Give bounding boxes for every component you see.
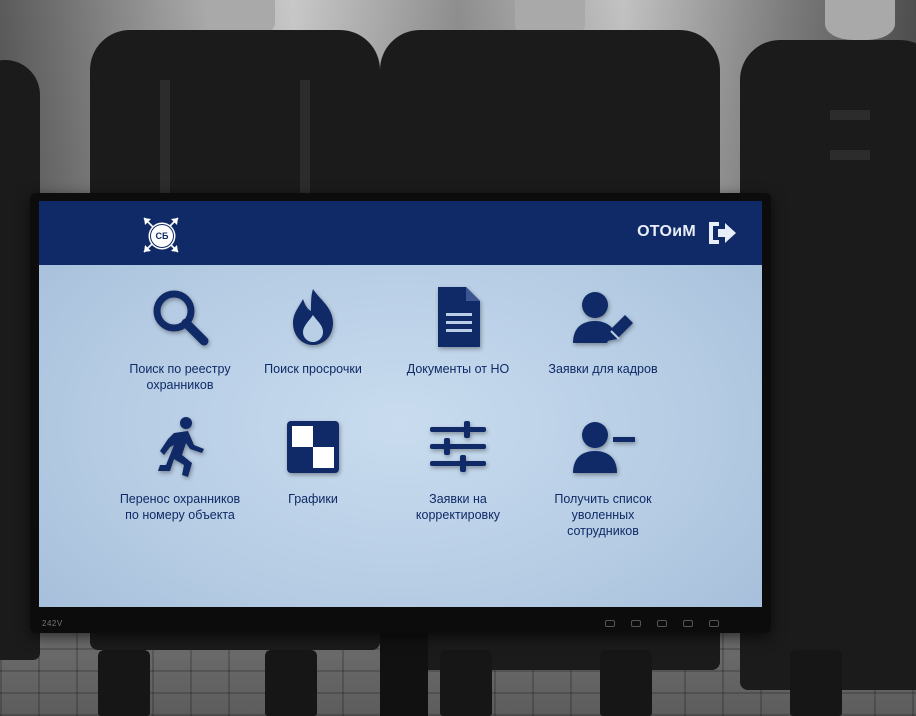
user-edit-icon bbox=[571, 285, 635, 349]
fire-icon bbox=[281, 285, 345, 349]
logout-button[interactable] bbox=[706, 219, 738, 247]
menu-item-schedules[interactable]: Графики bbox=[238, 415, 388, 507]
monitor-stand bbox=[380, 633, 428, 716]
user-minus-icon bbox=[571, 415, 635, 479]
vest-strap bbox=[830, 110, 870, 120]
boot bbox=[600, 650, 652, 716]
boot bbox=[265, 650, 317, 716]
menu-item-overdue-search[interactable]: Поиск просрочки bbox=[238, 285, 388, 377]
boot bbox=[790, 650, 842, 716]
sliders-icon bbox=[426, 415, 490, 479]
menu-item-dismissed-list[interactable]: Получить список уволенных сотрудников bbox=[528, 415, 678, 539]
monitor: СБ ОТОиМ Поиск по реестру охранников Пои… bbox=[30, 193, 771, 633]
logo: СБ bbox=[141, 215, 181, 255]
guard-head bbox=[825, 0, 895, 40]
menu-item-transfer-guards[interactable]: Перенос охранников по номеру объекта bbox=[105, 415, 255, 523]
boot bbox=[98, 650, 150, 716]
user-name: ОТОиМ bbox=[637, 223, 696, 240]
menu-item-documents[interactable]: Документы от НО bbox=[383, 285, 533, 377]
menu-item-label: Заявки на корректировку bbox=[415, 492, 501, 522]
logo-text: СБ bbox=[150, 224, 174, 248]
menu-item-label: Перенос охранников по номеру объекта bbox=[119, 492, 241, 522]
app-screen: СБ ОТОиМ Поиск по реестру охранников Пои… bbox=[39, 201, 762, 607]
monitor-button[interactable] bbox=[631, 620, 641, 627]
menu-item-label: Получить список уволенных сотрудников bbox=[554, 492, 652, 538]
menu-item-label: Документы от НО bbox=[406, 362, 510, 376]
logout-icon bbox=[709, 222, 736, 244]
menu-item-label: Заявки для кадров bbox=[548, 362, 658, 376]
app-header: СБ ОТОиМ bbox=[39, 201, 762, 265]
menu-item-label: Поиск просрочки bbox=[264, 362, 362, 376]
menu-item-registry-search[interactable]: Поиск по реестру охранников bbox=[105, 285, 255, 393]
running-person-icon bbox=[148, 415, 212, 479]
monitor-button[interactable] bbox=[605, 620, 615, 627]
monitor-buttons bbox=[605, 620, 719, 627]
menu-item-label: Поиск по реестру охранников bbox=[129, 362, 231, 392]
menu-item-correction-requests[interactable]: Заявки на корректировку bbox=[383, 415, 533, 523]
boot bbox=[440, 650, 492, 716]
monitor-button[interactable] bbox=[657, 620, 667, 627]
menu-item-label: Графики bbox=[288, 492, 338, 506]
vest-strap bbox=[830, 150, 870, 160]
document-icon bbox=[426, 285, 490, 349]
monitor-button[interactable] bbox=[709, 620, 719, 627]
monitor-model-label: 242V bbox=[42, 619, 63, 628]
monitor-button[interactable] bbox=[683, 620, 693, 627]
vest-strap bbox=[300, 80, 310, 200]
chart-grid-icon bbox=[281, 415, 345, 479]
vest-strap bbox=[160, 80, 170, 200]
search-icon bbox=[148, 285, 212, 349]
menu-item-hr-requests[interactable]: Заявки для кадров bbox=[528, 285, 678, 377]
